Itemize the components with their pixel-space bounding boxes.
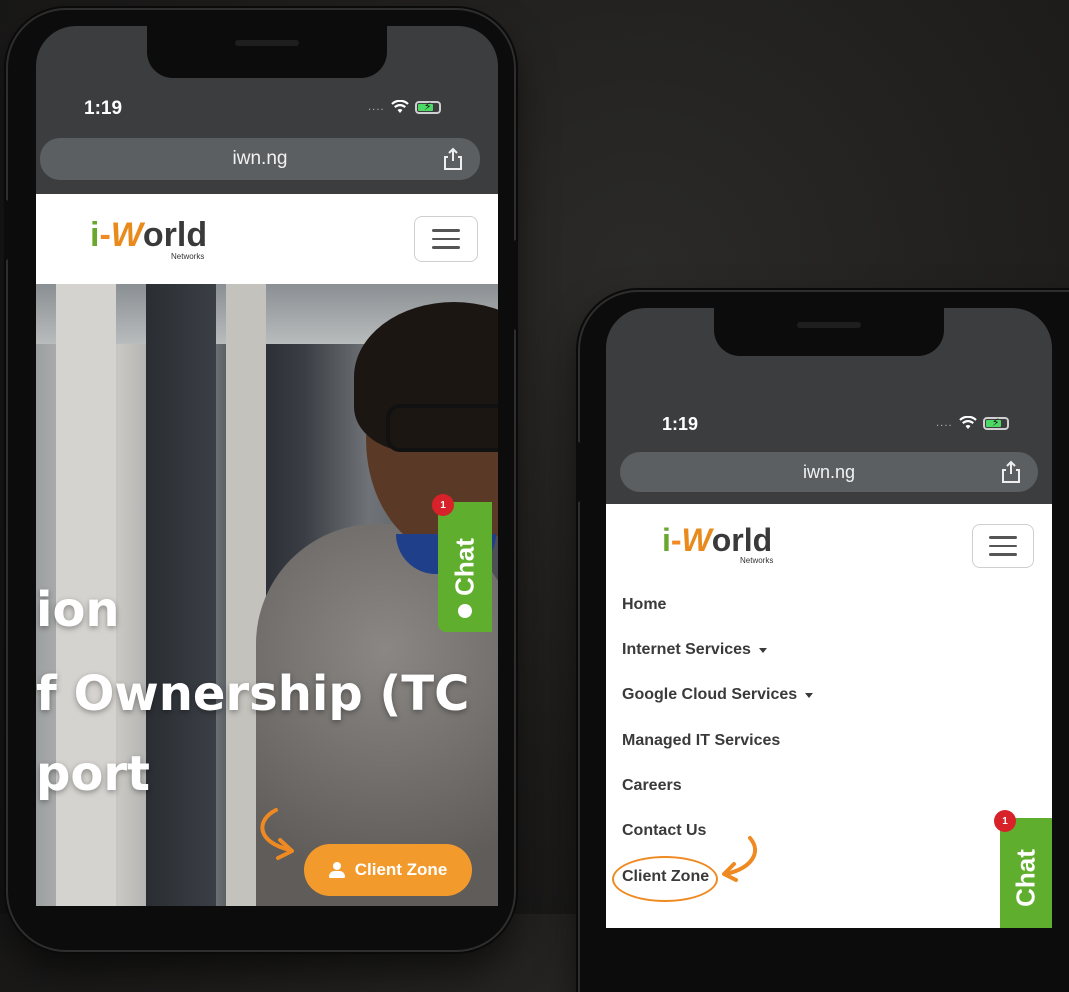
hamburger-menu-button[interactable] xyxy=(414,216,478,262)
nav-item-home[interactable]: Home xyxy=(622,596,666,614)
url-text: iwn.ng xyxy=(802,461,856,482)
nav-item-managed-it-services[interactable]: Managed IT Services xyxy=(622,732,780,750)
battery-icon: ⚡ xyxy=(982,416,1009,430)
user-icon xyxy=(328,862,345,878)
site-logo[interactable]: i - World xyxy=(662,522,772,559)
notch xyxy=(714,308,944,356)
status-time: 1:19 xyxy=(662,414,699,434)
chevron-down-icon xyxy=(758,647,767,653)
logo-subtitle: Networks xyxy=(740,556,774,565)
hamburger-menu-button[interactable] xyxy=(972,524,1034,568)
battery-icon: ⚡ xyxy=(414,100,441,114)
status-icons: .... ⚡ xyxy=(936,416,1009,430)
url-bar[interactable]: iwn.ng xyxy=(620,452,1038,492)
nav-item-careers[interactable]: Careers xyxy=(622,777,682,795)
nav-item-google-cloud-services[interactable]: Google Cloud Services xyxy=(622,686,814,704)
share-icon[interactable] xyxy=(1000,460,1022,484)
chat-tab[interactable]: Chat 1 xyxy=(432,494,492,632)
phone-frame-left: 1:19 .... ⚡ iwn.ng i - World Networks io… xyxy=(4,10,518,950)
arrow-pointer-icon xyxy=(722,836,757,882)
phone-frame-right: 1:19 .... ⚡ iwn.ng i - World Networks Home… xyxy=(576,292,1069,992)
url-text: iwn.ng xyxy=(232,148,288,169)
chat-badge: 1 xyxy=(432,494,454,516)
site-header: i - World Networks xyxy=(36,194,498,284)
status-icons: .... ⚡ xyxy=(368,100,441,114)
hero-headline-line-1: ion xyxy=(36,582,120,638)
power-button xyxy=(514,240,518,330)
chat-tab[interactable]: Chat 1 xyxy=(994,810,1052,928)
nav-item-internet-services[interactable]: Internet Services xyxy=(622,641,767,659)
url-bar[interactable]: iwn.ng xyxy=(40,138,480,180)
site-logo[interactable]: i - World xyxy=(90,216,207,255)
chat-icon xyxy=(458,604,472,618)
site-header: i - World Networks Home Internet Services … xyxy=(606,504,1052,928)
chat-badge: 1 xyxy=(994,810,1016,832)
chat-label: Chat xyxy=(449,538,480,596)
wifi-icon xyxy=(390,100,409,113)
volume-button xyxy=(4,200,8,260)
logo-subtitle: Networks xyxy=(171,252,205,261)
chevron-down-icon xyxy=(805,692,814,698)
wifi-icon xyxy=(958,416,977,429)
phone-screen-left: 1:19 .... ⚡ iwn.ng i - World Networks io… xyxy=(36,26,498,906)
arrow-pointer-icon xyxy=(260,808,294,860)
signal-icon: .... xyxy=(936,417,953,429)
chat-label: Chat xyxy=(1010,849,1041,907)
client-zone-button[interactable]: Client Zone xyxy=(304,844,472,896)
highlight-circle xyxy=(612,856,718,902)
nav-item-contact-us[interactable]: Contact Us xyxy=(622,822,706,840)
phone-screen-right: 1:19 .... ⚡ iwn.ng i - World Networks Home… xyxy=(606,308,1052,928)
status-time: 1:19 xyxy=(84,98,123,119)
volume-button xyxy=(576,442,580,502)
client-zone-label: Client Zone xyxy=(354,860,448,879)
signal-icon: .... xyxy=(368,101,385,113)
hero-headline-line-2: f Ownership (TC xyxy=(36,666,470,722)
hero-headline-line-3: port xyxy=(36,746,150,802)
share-icon[interactable] xyxy=(442,147,464,171)
notch xyxy=(147,26,387,78)
